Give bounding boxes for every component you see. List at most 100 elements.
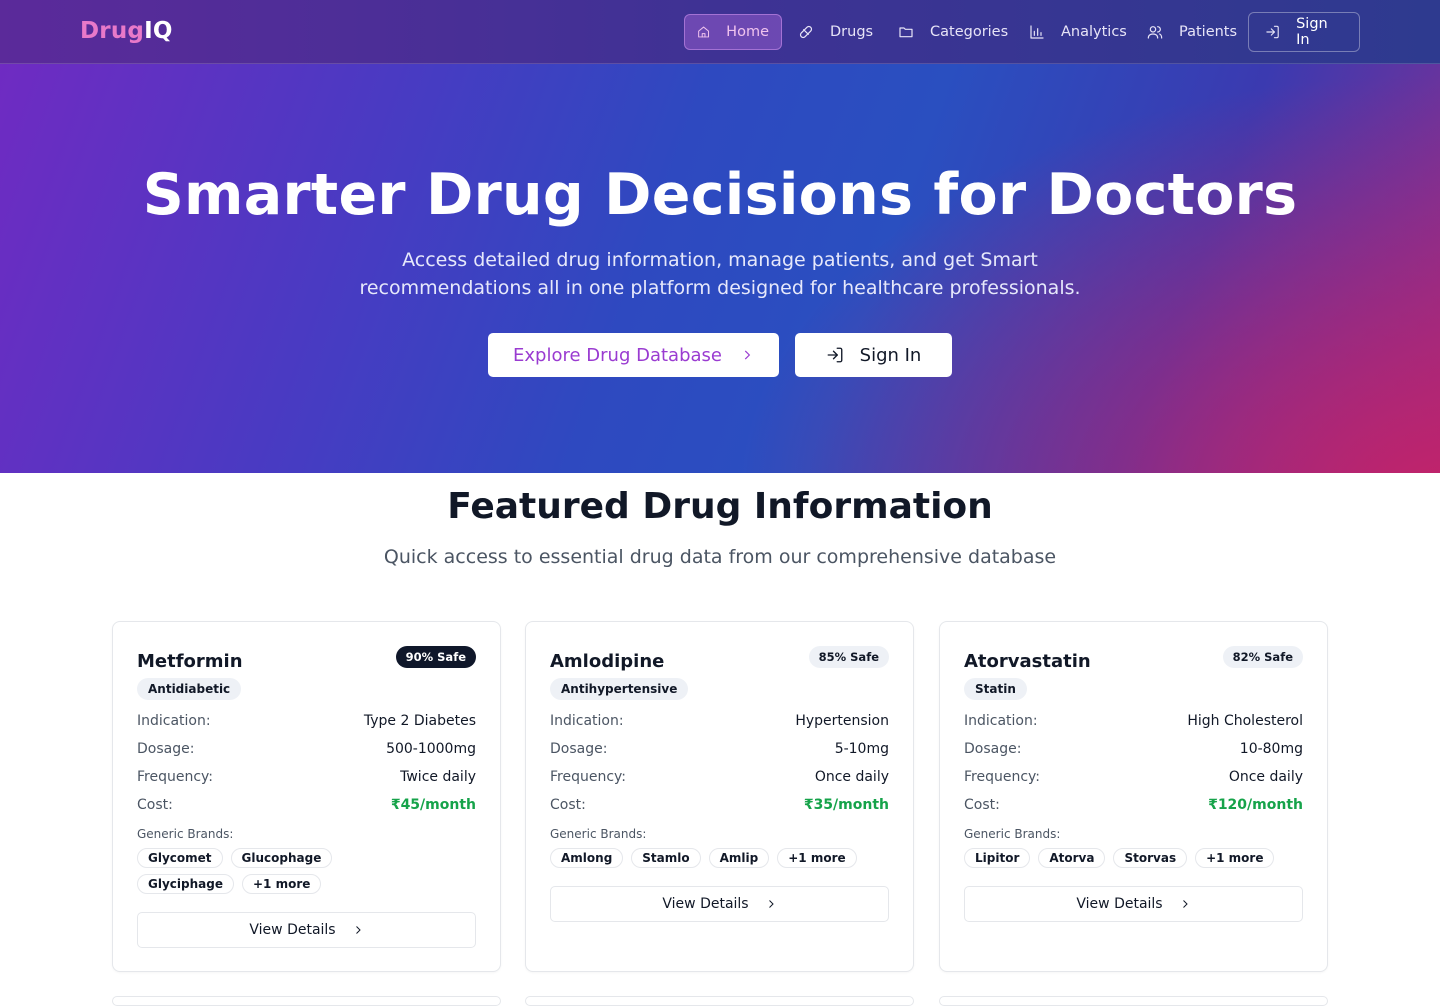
category-badge: Statin <box>964 678 1027 700</box>
nav-item-home[interactable]: Home <box>684 14 782 50</box>
indication-value: High Cholesterol <box>1187 713 1303 729</box>
dosage-value: 5-10mg <box>834 741 889 757</box>
generic-brands-label: Generic Brands: <box>964 827 1061 841</box>
cost-label: Cost: <box>550 797 586 813</box>
frequency-value: Twice daily <box>400 769 476 785</box>
nav-sign-in-label: Sign In <box>1296 16 1328 48</box>
logo-text-drug: Drug <box>80 18 145 44</box>
frequency-value: Once daily <box>1228 769 1303 785</box>
pill-icon <box>799 25 813 39</box>
chevron-right-icon <box>1182 900 1188 908</box>
generic-brands-label: Generic Brands: <box>137 827 234 841</box>
brand-tag: Glyciphage <box>137 874 234 894</box>
hero-sign-in-label: Sign In <box>859 344 922 366</box>
nav-item-label: Patients <box>1179 24 1238 40</box>
drug-name: Atorvastatin <box>964 651 1091 672</box>
dosage-label: Dosage: <box>964 741 1022 757</box>
indication-label: Indication: <box>964 713 1038 729</box>
brand-tag: Glycomet <box>137 848 223 868</box>
brand-more-tag[interactable]: +1 more <box>241 874 322 894</box>
drug-card-next-row <box>525 996 914 1006</box>
view-details-button[interactable]: View Details <box>964 886 1303 922</box>
brand-tag: Amlip <box>708 848 770 868</box>
dosage-label: Dosage: <box>550 741 608 757</box>
cost-label: Cost: <box>137 797 173 813</box>
sign-in-icon <box>1266 25 1279 39</box>
safety-badge: 90% Safe <box>395 646 476 668</box>
view-details-button[interactable]: View Details <box>550 886 889 922</box>
frequency-label: Frequency: <box>964 769 1041 785</box>
nav-item-drugs[interactable]: Drugs <box>798 14 873 50</box>
hero-sign-in-button[interactable]: Sign In <box>795 333 952 377</box>
view-details-button[interactable]: View Details <box>137 912 476 948</box>
nav-item-patients[interactable]: Patients <box>1147 14 1237 50</box>
logo[interactable]: DrugIQ <box>80 18 173 44</box>
indication-value: Type 2 Diabetes <box>363 713 476 729</box>
featured-title: Featured Drug Information <box>447 486 993 527</box>
frequency-value: Once daily <box>814 769 889 785</box>
indication-row: Indication: High Cholesterol <box>964 713 1303 733</box>
brand-list: Lipitor Atorva Storvas +1 more <box>964 848 1304 868</box>
users-icon <box>1147 26 1163 39</box>
cost-row: Cost: ₹45/month <box>137 797 476 817</box>
nav-item-label: Analytics <box>1061 24 1127 40</box>
category-badge: Antidiabetic <box>137 678 242 700</box>
brand-tag: Glucophage <box>230 848 333 868</box>
safety-badge: 82% Safe <box>1222 646 1303 668</box>
dosage-row: Dosage: 500-1000mg <box>137 741 476 761</box>
frequency-label: Frequency: <box>137 769 214 785</box>
dosage-row: Dosage: 5-10mg <box>550 741 889 761</box>
frequency-row: Frequency: Twice daily <box>137 769 476 789</box>
frequency-label: Frequency: <box>550 769 627 785</box>
drug-name: Metformin <box>137 651 243 672</box>
sign-in-icon <box>827 347 843 363</box>
view-details-label: View Details <box>1076 896 1163 912</box>
folder-icon <box>899 27 913 38</box>
nav-item-categories[interactable]: Categories <box>898 14 1008 50</box>
nav-item-label: Drugs <box>830 24 874 40</box>
drug-name: Amlodipine <box>550 651 665 672</box>
featured-subtitle: Quick access to essential drug data from… <box>383 546 1057 568</box>
logo-text-iq: IQ <box>144 18 173 44</box>
drug-card-next-row <box>112 996 501 1006</box>
cost-value: ₹35/month <box>803 797 889 813</box>
indication-row: Indication: Type 2 Diabetes <box>137 713 476 733</box>
brand-more-tag[interactable]: +1 more <box>1195 848 1275 868</box>
nav-item-analytics[interactable]: Analytics <box>1029 14 1127 50</box>
indication-label: Indication: <box>550 713 624 729</box>
home-icon <box>698 26 710 38</box>
drug-card-atorvastatin: Atorvastatin 82% Safe Statin Indication:… <box>939 621 1328 972</box>
chevron-right-icon <box>768 900 774 908</box>
chevron-right-icon <box>355 926 361 934</box>
dosage-row: Dosage: 10-80mg <box>964 741 1303 761</box>
nav-item-label: Categories <box>930 24 1009 40</box>
brand-list: Amlong Stamlo Amlip +1 more <box>550 848 890 868</box>
nav-item-label: Home <box>726 24 769 40</box>
category-badge: Antihypertensive <box>550 678 689 700</box>
cost-row: Cost: ₹35/month <box>550 797 889 817</box>
dosage-label: Dosage: <box>137 741 195 757</box>
drug-card-amlodipine: Amlodipine 85% Safe Antihypertensive Ind… <box>525 621 914 972</box>
cost-value: ₹45/month <box>390 797 476 813</box>
cost-row: Cost: ₹120/month <box>964 797 1303 817</box>
top-nav: DrugIQ Home Drugs Categories Analytics P… <box>0 0 1440 64</box>
nav-sign-in-button[interactable]: Sign In <box>1248 12 1360 52</box>
brand-tag: Atorva <box>1038 848 1106 868</box>
frequency-row: Frequency: Once daily <box>550 769 889 789</box>
dosage-value: 10-80mg <box>1239 741 1303 757</box>
indication-label: Indication: <box>137 713 211 729</box>
chevron-right-icon <box>744 350 751 360</box>
explore-button-label: Explore Drug Database <box>513 344 722 366</box>
brand-tag: Stamlo <box>631 848 701 868</box>
drug-card-next-row <box>939 996 1328 1006</box>
brand-more-tag[interactable]: +1 more <box>777 848 857 868</box>
brand-list: Glycomet Glucophage Glyciphage +1 more <box>137 848 427 894</box>
view-details-label: View Details <box>249 922 336 938</box>
brand-tag: Lipitor <box>964 848 1031 868</box>
bar-chart-icon <box>1030 25 1044 39</box>
brand-tag: Amlong <box>550 848 624 868</box>
generic-brands-label: Generic Brands: <box>550 827 647 841</box>
safety-badge: 85% Safe <box>808 646 889 668</box>
indication-value: Hypertension <box>795 713 889 729</box>
explore-drug-database-button[interactable]: Explore Drug Database <box>488 333 779 377</box>
